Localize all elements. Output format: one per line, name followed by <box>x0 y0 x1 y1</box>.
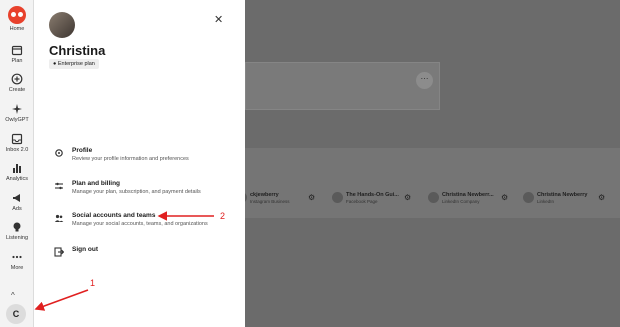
annotation-number-1: 1 <box>90 278 96 288</box>
arrow-to-avatar <box>34 289 89 311</box>
annotation-number-2: 2 <box>220 211 226 221</box>
